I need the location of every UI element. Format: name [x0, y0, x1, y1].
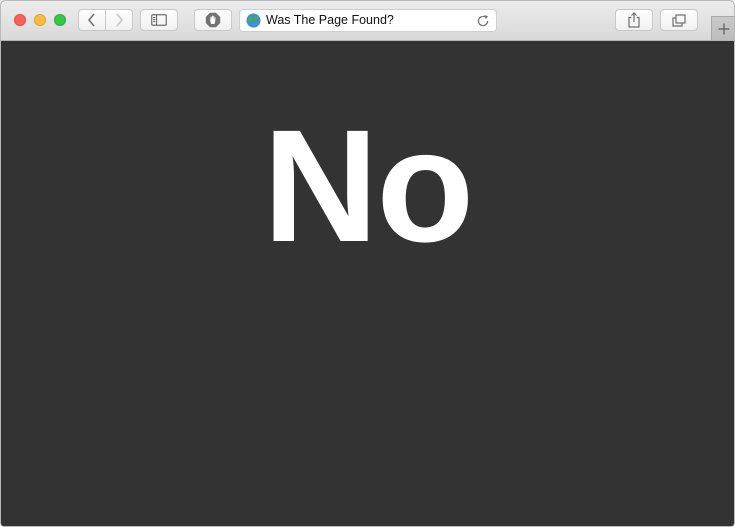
share-button[interactable] [615, 9, 653, 31]
globe-icon [246, 13, 261, 28]
minimize-window-button[interactable] [34, 14, 46, 26]
browser-window: Was The Page Found? No [0, 0, 735, 527]
page-content: No [1, 41, 734, 526]
back-button[interactable] [78, 9, 106, 31]
new-tab-button[interactable] [711, 16, 734, 40]
share-icon [628, 12, 640, 28]
maximize-window-button[interactable] [54, 14, 66, 26]
address-bar[interactable]: Was The Page Found? [239, 9, 497, 32]
browser-toolbar: Was The Page Found? [1, 1, 734, 41]
content-blocker-button[interactable] [194, 9, 232, 31]
show-all-tabs-button[interactable] [660, 9, 698, 31]
plus-icon [718, 23, 729, 34]
reload-icon[interactable] [476, 14, 490, 28]
close-window-button[interactable] [14, 14, 26, 26]
page-headline: No [262, 96, 474, 275]
hand-stop-icon [205, 12, 221, 28]
chevron-right-icon [116, 13, 123, 27]
chevron-left-icon [88, 13, 95, 27]
sidebar-toggle-button[interactable] [140, 9, 178, 31]
tabs-overview-icon [672, 13, 686, 27]
sidebar-icon [151, 14, 167, 26]
forward-button[interactable] [105, 9, 133, 31]
page-title: Was The Page Found? [266, 13, 394, 27]
